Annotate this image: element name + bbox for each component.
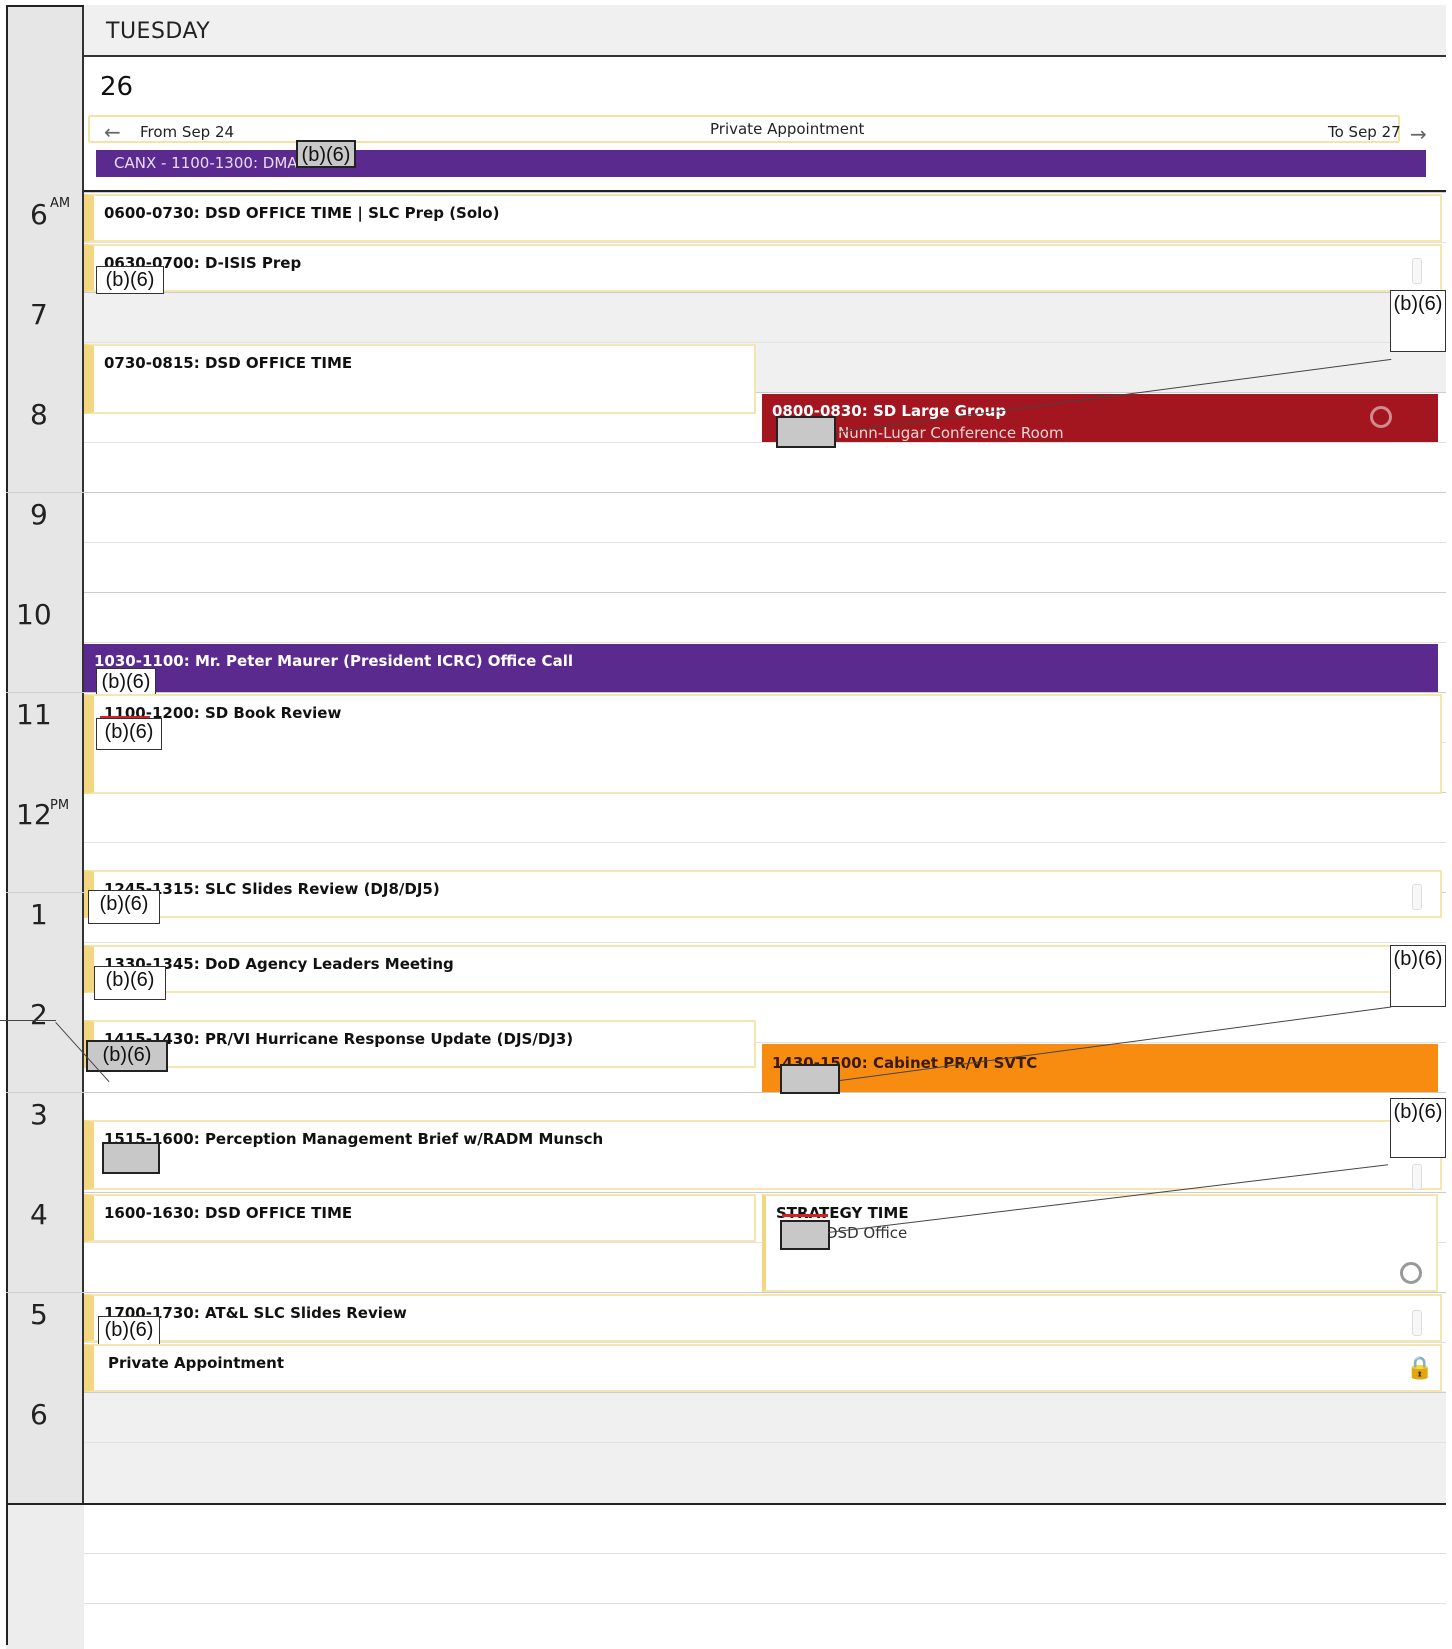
event-1430[interactable]: 1430-1500: Cabinet PR/VI SVTC xyxy=(762,1044,1438,1092)
canx-event-label: CANX - 1100-1300: DMAG xyxy=(114,154,309,172)
hour-line xyxy=(84,1392,1446,1393)
event-title: 0600-0730: DSD OFFICE TIME | SLC Prep (S… xyxy=(104,204,500,222)
hour-label: 3 xyxy=(30,1098,48,1131)
redaction-box xyxy=(780,1064,840,1094)
redaction-box xyxy=(780,1220,830,1250)
grid-bottom-border xyxy=(6,1503,1446,1505)
hour-label: 1 xyxy=(30,898,48,931)
hour-label: 2 xyxy=(30,998,48,1031)
hour-line xyxy=(84,592,1446,593)
event-0800[interactable]: 0800-0830: SD Large Group Nunn-Lugar Con… xyxy=(762,394,1438,442)
day-name: TUESDAY xyxy=(106,19,211,44)
hour-line xyxy=(84,1603,1446,1604)
redaction-box: (b)(6) xyxy=(96,668,156,696)
redaction-box xyxy=(776,416,836,448)
hour-row-6pm xyxy=(84,1391,1446,1503)
reminder-icon xyxy=(1412,1164,1422,1190)
half-hour-line xyxy=(84,442,1446,443)
half-hour-line xyxy=(84,942,1446,943)
hour-line xyxy=(84,692,1446,693)
day-header: TUESDAY xyxy=(84,5,1446,57)
recurring-icon xyxy=(1400,1262,1422,1284)
to-date-label: To Sep 27 xyxy=(1328,123,1401,141)
from-date-label: From Sep 24 xyxy=(140,123,235,141)
event-0730[interactable]: 0730-0815: DSD OFFICE TIME xyxy=(84,344,756,414)
event-strategy-time[interactable]: STRATEGY TIME DSD Office xyxy=(762,1194,1438,1292)
canx-allday-event[interactable]: CANX - 1100-1300: DMAG xyxy=(88,150,1426,177)
gutter-line xyxy=(6,1092,84,1093)
event-1330[interactable]: 1330-1345: DoD Agency Leaders Meeting xyxy=(84,945,1442,993)
half-hour-line xyxy=(84,542,1446,543)
arrow-right-icon[interactable]: → xyxy=(1410,122,1427,146)
lock-icon: 🔒 xyxy=(1406,1356,1434,1381)
event-1600[interactable]: 1600-1630: DSD OFFICE TIME xyxy=(84,1194,756,1242)
event-1030[interactable]: 1030-1100: Mr. Peter Maurer (President I… xyxy=(84,644,1438,692)
hour-line xyxy=(84,492,1446,493)
redaction-box: (b)(6) xyxy=(98,1316,160,1346)
reminder-icon xyxy=(1412,884,1422,910)
event-private[interactable]: Private Appointment 🔒 xyxy=(84,1344,1442,1392)
redaction-callout: (b)(6) xyxy=(1390,290,1446,352)
hour-label: 4 xyxy=(30,1198,48,1231)
hour-label: 12 xyxy=(16,798,52,831)
half-hour-line xyxy=(84,1342,1446,1343)
hour-line xyxy=(84,1092,1446,1093)
redaction-box xyxy=(102,1142,160,1174)
event-1415[interactable]: 1415-1430: PR/VI Hurricane Response Upda… xyxy=(84,1020,756,1068)
ampm-label: PM xyxy=(50,798,70,813)
event-title: 1415-1430: PR/VI Hurricane Response Upda… xyxy=(104,1030,574,1048)
half-hour-line xyxy=(84,242,1446,243)
half-hour-line xyxy=(84,642,1446,643)
redline-mark xyxy=(782,1214,828,1217)
event-title: 1515-1600: Perception Management Brief w… xyxy=(104,1130,604,1148)
event-1100[interactable]: 1100-1200: SD Book Review xyxy=(84,694,1442,794)
arrow-left-icon[interactable]: ← xyxy=(104,120,121,144)
event-0600[interactable]: 0600-0730: DSD OFFICE TIME | SLC Prep (S… xyxy=(84,194,1442,242)
callout-connector xyxy=(0,1020,56,1021)
hour-label: 11 xyxy=(16,698,52,731)
event-1700[interactable]: 1700-1730: AT&L SLC Slides Review xyxy=(84,1294,1442,1342)
gutter-line xyxy=(6,492,84,493)
hour-line xyxy=(84,1292,1446,1293)
redaction-box: (b)(6) xyxy=(96,718,162,750)
redaction-box: (b)(6) xyxy=(96,266,164,294)
ampm-label: AM xyxy=(50,196,71,211)
redaction-box: (b)(6) xyxy=(94,966,166,1000)
gutter-line xyxy=(6,692,84,693)
half-hour-line xyxy=(84,342,1446,343)
redaction-callout: (b)(6) xyxy=(1390,945,1446,1007)
recurring-icon xyxy=(1370,406,1392,428)
event-title: 1030-1100: Mr. Peter Maurer (President I… xyxy=(94,652,573,670)
redaction-box: (b)(6) xyxy=(86,1040,168,1072)
event-title: 1600-1630: DSD OFFICE TIME xyxy=(104,1204,353,1222)
gutter-line xyxy=(6,1292,84,1293)
redaction-box: (b)(6) xyxy=(296,140,356,168)
hour-label: 7 xyxy=(30,298,48,331)
event-0630[interactable]: 0630-0700: D-ISIS Prep xyxy=(84,244,1442,292)
hour-line xyxy=(84,292,1446,293)
hour-line xyxy=(84,192,1446,193)
half-hour-line xyxy=(84,1442,1446,1443)
reminder-icon xyxy=(1412,258,1422,284)
gutter-line xyxy=(6,892,84,893)
event-1245[interactable]: 1245-1315: SLC Slides Review (DJ8/DJ5) xyxy=(84,870,1442,918)
half-hour-line xyxy=(84,842,1446,843)
hour-label: 6 xyxy=(30,198,48,231)
date-number: 26 xyxy=(100,72,134,102)
hour-label: 9 xyxy=(30,498,48,531)
hour-label: 8 xyxy=(30,398,48,431)
event-1515[interactable]: 1515-1600: Perception Management Brief w… xyxy=(84,1120,1442,1190)
hour-label: 5 xyxy=(30,1298,48,1331)
hour-label: 6 xyxy=(30,1398,48,1431)
hour-line xyxy=(84,1553,1446,1554)
event-title: 0730-0815: DSD OFFICE TIME xyxy=(104,354,353,372)
redaction-callout: (b)(6) xyxy=(1390,1098,1446,1158)
hour-label: 10 xyxy=(16,598,52,631)
event-title: Private Appointment xyxy=(108,1354,285,1372)
private-appointment-label: Private Appointment xyxy=(710,120,865,138)
reminder-icon xyxy=(1412,1310,1422,1336)
redaction-box: (b)(6) xyxy=(88,890,160,924)
hour-line xyxy=(84,1192,1446,1193)
